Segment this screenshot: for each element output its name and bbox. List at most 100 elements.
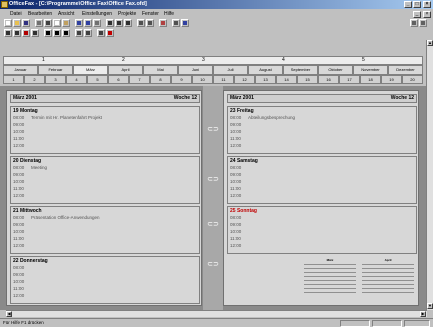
- time-slot[interactable]: 08:00: [230, 115, 241, 120]
- week-tab[interactable]: 17: [339, 75, 360, 84]
- week-tab[interactable]: 6: [108, 75, 129, 84]
- undo-icon[interactable]: [75, 19, 83, 27]
- time-slot[interactable]: 09:00: [13, 122, 24, 127]
- tab-februar[interactable]: Februar: [38, 65, 73, 75]
- week-tab[interactable]: 11: [213, 75, 234, 84]
- month-view-icon[interactable]: [124, 19, 132, 27]
- time-slot[interactable]: 09:00: [230, 122, 241, 127]
- week-tab[interactable]: 12: [234, 75, 255, 84]
- today-icon[interactable]: [159, 19, 167, 27]
- cut-icon[interactable]: [44, 19, 52, 27]
- notes-icon[interactable]: [22, 29, 30, 37]
- menu-hilfe[interactable]: Hilfe: [164, 10, 174, 18]
- vertical-scrollbar[interactable]: ▲ ▼: [426, 40, 433, 310]
- paste-icon[interactable]: [62, 19, 70, 27]
- week-tab[interactable]: 2: [24, 75, 45, 84]
- tab-april[interactable]: April: [108, 65, 143, 75]
- tab-juni[interactable]: Juni: [178, 65, 213, 75]
- time-slot[interactable]: 10:00: [13, 179, 24, 184]
- restore-doc-icon[interactable]: [410, 19, 418, 27]
- week-tab[interactable]: 5: [87, 75, 108, 84]
- scroll-right-icon[interactable]: ▶: [420, 311, 426, 317]
- time-slot[interactable]: 11:00: [230, 236, 241, 241]
- week-tab[interactable]: 9: [171, 75, 192, 84]
- time-slot[interactable]: 11:00: [230, 136, 241, 141]
- day-block[interactable]: 24 Samstag 08:00 09:00 10:00 11:00 12:00: [227, 156, 417, 204]
- new-icon[interactable]: [4, 19, 12, 27]
- time-slot[interactable]: 12:00: [230, 143, 241, 148]
- tab-dezember[interactable]: Dezember: [388, 65, 423, 75]
- menu-datei[interactable]: Datei: [10, 10, 22, 18]
- day-block[interactable]: 22 Donnerstag 08:00 09:00 10:00 11:00 12…: [10, 256, 200, 304]
- week-tab[interactable]: 14: [276, 75, 297, 84]
- print-icon[interactable]: [35, 19, 43, 27]
- previous-icon[interactable]: [137, 19, 145, 27]
- time-slot[interactable]: 09:00: [13, 272, 24, 277]
- scroll-up-icon[interactable]: ▲: [427, 40, 433, 46]
- minimize-button[interactable]: _: [404, 1, 412, 8]
- time-slot[interactable]: 11:00: [13, 286, 24, 291]
- bold-icon[interactable]: [44, 29, 52, 37]
- color-icon[interactable]: [106, 29, 114, 37]
- day-view-icon[interactable]: [115, 19, 123, 27]
- time-slot[interactable]: 10:00: [230, 229, 241, 234]
- time-slot[interactable]: 11:00: [230, 186, 241, 191]
- menu-ansicht[interactable]: Ansicht: [58, 10, 74, 18]
- week-tab[interactable]: 19: [381, 75, 402, 84]
- week-tab[interactable]: 4: [66, 75, 87, 84]
- day-block[interactable]: 20 Dienstag 08:00 09:00 10:00 11:00 12:0…: [10, 156, 200, 204]
- appointment[interactable]: Meeting: [31, 165, 47, 170]
- time-slot[interactable]: 10:00: [13, 279, 24, 284]
- time-slot[interactable]: 12:00: [230, 193, 241, 198]
- close-doc-icon[interactable]: [419, 19, 427, 27]
- day-block[interactable]: 25 Sonntag 08:00 09:00 10:00 11:00 12:00: [227, 206, 417, 254]
- doc-close-button[interactable]: ×: [423, 11, 431, 18]
- find-icon[interactable]: [93, 19, 101, 27]
- doc-restore-button[interactable]: _: [413, 11, 421, 18]
- time-slot[interactable]: 10:00: [13, 129, 24, 134]
- menu-einstellungen[interactable]: Einstellungen: [82, 10, 112, 18]
- italic-icon[interactable]: [53, 29, 61, 37]
- time-slot[interactable]: 12:00: [230, 243, 241, 248]
- time-slot[interactable]: 08:00: [13, 165, 24, 170]
- tab-mai[interactable]: Mai: [143, 65, 178, 75]
- time-slot[interactable]: 08:00: [230, 165, 241, 170]
- time-slot[interactable]: 08:00: [13, 215, 24, 220]
- time-slot[interactable]: 10:00: [230, 179, 241, 184]
- time-slot[interactable]: 12:00: [13, 193, 24, 198]
- tasks-icon[interactable]: [31, 29, 39, 37]
- tab-maerz[interactable]: März: [73, 65, 108, 75]
- time-slot[interactable]: 12:00: [13, 243, 24, 248]
- mini-calendar-maerz[interactable]: März: [304, 258, 356, 301]
- time-slot[interactable]: 08:00: [13, 115, 24, 120]
- week-tab[interactable]: 16: [318, 75, 339, 84]
- help-icon[interactable]: [181, 19, 189, 27]
- tab-november[interactable]: November: [353, 65, 388, 75]
- tab-august[interactable]: August: [248, 65, 283, 75]
- time-slot[interactable]: 11:00: [13, 186, 24, 191]
- align-center-icon[interactable]: [84, 29, 92, 37]
- next-icon[interactable]: [146, 19, 154, 27]
- tab-oktober[interactable]: Oktober: [318, 65, 353, 75]
- week-tab[interactable]: 1: [3, 75, 24, 84]
- appointment[interactable]: Präsentation Office-Anwendungen: [31, 215, 99, 220]
- mini-calendar-april[interactable]: April: [362, 258, 414, 301]
- time-slot[interactable]: 08:00: [13, 265, 24, 270]
- day-block[interactable]: 23 Freitag 08:00 09:00 10:00 11:00 12:00…: [227, 106, 417, 154]
- time-slot[interactable]: 12:00: [13, 293, 24, 298]
- appointment[interactable]: Abteilungsbesprechung: [248, 115, 295, 120]
- time-slot[interactable]: 11:00: [13, 136, 24, 141]
- week-tab[interactable]: 7: [129, 75, 150, 84]
- close-button[interactable]: ×: [423, 1, 431, 8]
- time-slot[interactable]: 09:00: [13, 172, 24, 177]
- menu-fenster[interactable]: Fenster: [142, 10, 159, 18]
- align-left-icon[interactable]: [75, 29, 83, 37]
- maximize-button[interactable]: □: [413, 1, 421, 8]
- scroll-down-icon[interactable]: ▼: [427, 303, 433, 309]
- time-slot[interactable]: 08:00: [230, 215, 241, 220]
- week-tab[interactable]: 20: [402, 75, 423, 84]
- calendar-icon[interactable]: [13, 29, 21, 37]
- redo-icon[interactable]: [84, 19, 92, 27]
- time-slot[interactable]: 10:00: [13, 229, 24, 234]
- week-tab[interactable]: 18: [360, 75, 381, 84]
